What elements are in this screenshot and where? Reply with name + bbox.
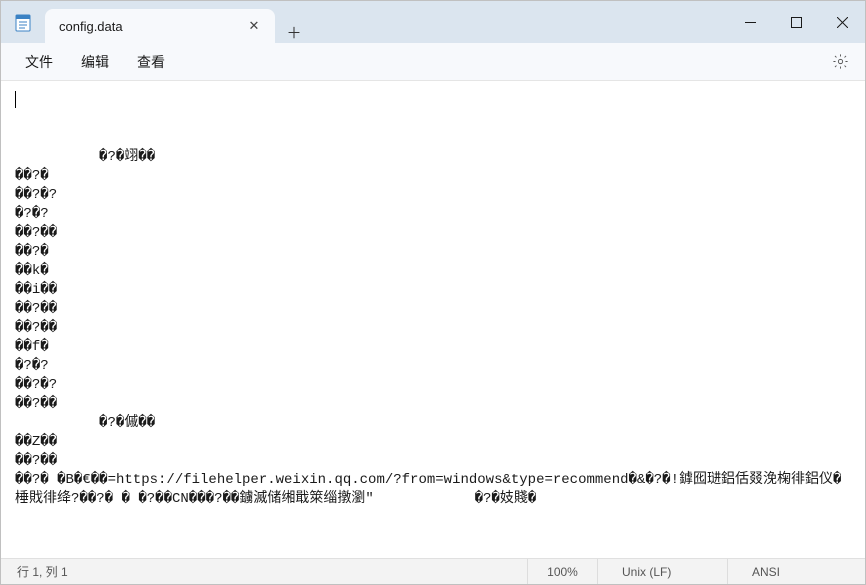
text-caret <box>15 91 16 108</box>
editor-line: ��?�? <box>15 376 851 395</box>
text-editor[interactable]: �?�翊����?���?�?�?�?��?����?���k���i����?… <box>1 81 865 558</box>
status-zoom[interactable]: 100% <box>527 559 597 584</box>
editor-line: �?�翊�� <box>15 148 851 167</box>
app-icon <box>1 1 45 43</box>
gear-icon <box>832 53 849 70</box>
status-position[interactable]: 行 1, 列 1 <box>9 563 527 580</box>
tab-title: config.data <box>59 19 243 34</box>
minimize-icon <box>745 17 756 28</box>
titlebar: config.data ✕ ＋ <box>1 1 865 43</box>
plus-icon: ＋ <box>286 22 301 43</box>
maximize-icon <box>791 17 802 28</box>
editor-line: ��i�� <box>15 281 851 300</box>
editor-line: ��f� <box>15 338 851 357</box>
editor-line: ��?�� <box>15 319 851 338</box>
editor-line <box>15 129 851 148</box>
editor-line: ��?�� <box>15 224 851 243</box>
close-tab-button[interactable]: ✕ <box>243 15 265 37</box>
editor-line: ��?�? <box>15 186 851 205</box>
editor-line: ��?� <box>15 167 851 186</box>
tab-strip: config.data ✕ ＋ <box>45 1 313 43</box>
tab-config-data[interactable]: config.data ✕ <box>45 9 275 43</box>
editor-line: ��?� <box>15 243 851 262</box>
menubar: 文件 编辑 查看 <box>1 43 865 81</box>
editor-line: ��k� <box>15 262 851 281</box>
new-tab-button[interactable]: ＋ <box>275 22 313 43</box>
notepad-icon <box>15 12 31 32</box>
editor-line: ��?�� <box>15 300 851 319</box>
close-window-button[interactable] <box>819 1 865 43</box>
status-encoding[interactable]: ANSI <box>727 559 857 584</box>
titlebar-spacer <box>313 1 727 43</box>
window-controls <box>727 1 865 43</box>
menu-view[interactable]: 查看 <box>123 46 179 78</box>
editor-line: �?�? <box>15 357 851 376</box>
editor-line: ��?�� <box>15 452 851 471</box>
close-icon <box>837 17 848 28</box>
editor-line: �?�? <box>15 205 851 224</box>
status-eol[interactable]: Unix (LF) <box>597 559 727 584</box>
editor-line: ��Z�� <box>15 433 851 452</box>
maximize-button[interactable] <box>773 1 819 43</box>
editor-line: ��?� �B�€��=https://filehelper.weixin.qq… <box>15 471 851 509</box>
editor-line: �?�傶�� <box>15 414 851 433</box>
settings-button[interactable] <box>825 47 855 77</box>
editor-line: ��?�� <box>15 395 851 414</box>
menu-file[interactable]: 文件 <box>11 46 67 78</box>
statusbar: 行 1, 列 1 100% Unix (LF) ANSI <box>1 558 865 584</box>
menu-edit[interactable]: 编辑 <box>67 46 123 78</box>
minimize-button[interactable] <box>727 1 773 43</box>
